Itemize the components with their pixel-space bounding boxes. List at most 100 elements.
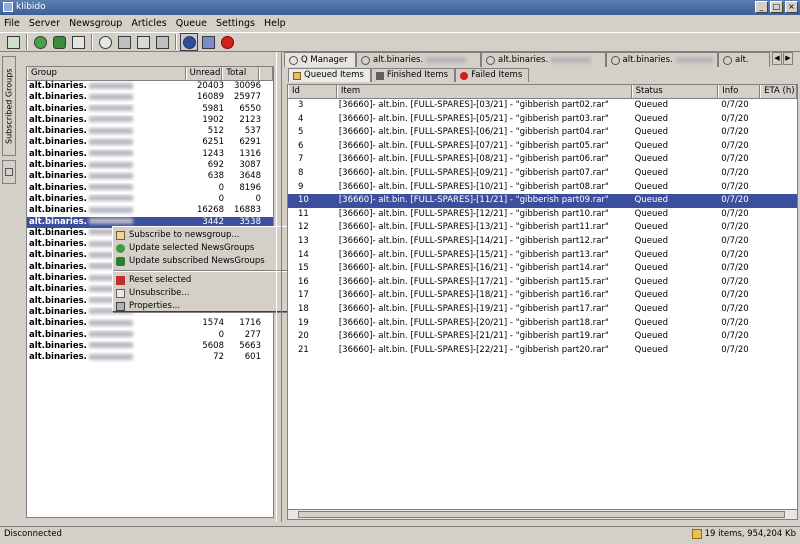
ctx-subscribe[interactable]: Subscribe to newsgroup... bbox=[113, 229, 292, 242]
update-icon bbox=[116, 244, 125, 253]
group-row[interactable]: alt.binaries. 0 8196 bbox=[27, 183, 273, 194]
queue-row[interactable]: 6 [36660]- alt.bin. [FULL-SPARES]-[07/21]… bbox=[288, 140, 797, 154]
start-queue-button[interactable] bbox=[180, 33, 198, 51]
tab-failed-items[interactable]: Failed Items bbox=[455, 68, 530, 82]
tab-scroll-left-icon[interactable]: ◀ bbox=[772, 52, 782, 65]
group-row[interactable]: alt.binaries. 72 601 bbox=[27, 352, 273, 363]
queue-row[interactable]: 5 [36660]- alt.bin. [FULL-SPARES]-[06/21]… bbox=[288, 126, 797, 140]
download-button[interactable] bbox=[31, 33, 49, 51]
group-row[interactable]: alt.binaries. 6251 6291 bbox=[27, 137, 273, 148]
menu-settings[interactable]: Settings bbox=[216, 18, 255, 29]
tab-queued-items-label: Queued Items bbox=[304, 70, 364, 80]
group-name-text: alt.binaries. bbox=[29, 148, 87, 159]
queue-row[interactable]: 12 [36660]- alt.bin. [FULL-SPARES]-[13/21… bbox=[288, 221, 797, 235]
group-row[interactable]: alt.binaries. 1574 1716 bbox=[27, 318, 273, 329]
group-row[interactable]: alt.binaries. 1243 1316 bbox=[27, 149, 273, 160]
connect-button[interactable] bbox=[4, 33, 22, 51]
group-unread: 692 bbox=[207, 160, 224, 171]
close-button[interactable]: × bbox=[785, 1, 798, 13]
column-item[interactable]: Item bbox=[336, 85, 632, 98]
queue-row[interactable]: 10 [36660]- alt.bin. [FULL-SPARES]-[11/21… bbox=[288, 194, 797, 208]
minimize-button[interactable]: _ bbox=[755, 1, 768, 13]
settings-button[interactable] bbox=[153, 33, 171, 51]
column-id[interactable]: Id bbox=[288, 85, 337, 98]
group-unread: 512 bbox=[207, 126, 224, 137]
maximize-button[interactable]: □ bbox=[770, 1, 783, 13]
queue-row[interactable]: 11 [36660]- alt.bin. [FULL-SPARES]-[12/21… bbox=[288, 208, 797, 222]
pane-splitter[interactable] bbox=[276, 52, 282, 522]
tab-queued-items[interactable]: Queued Items bbox=[288, 68, 371, 82]
group-name-text: alt.binaries. bbox=[29, 205, 87, 216]
stop-button[interactable] bbox=[218, 33, 236, 51]
group-name-text: alt.binaries. bbox=[29, 92, 87, 103]
group-row[interactable]: alt.binaries. 16268 16883 bbox=[27, 205, 273, 216]
queue-row[interactable]: 13 [36660]- alt.bin. [FULL-SPARES]-[14/21… bbox=[288, 235, 797, 249]
ctx-reset-selected[interactable]: Reset selected bbox=[113, 274, 292, 287]
column-total[interactable]: Total bbox=[222, 67, 260, 80]
queue-row[interactable]: 14 [36660]- alt.bin. [FULL-SPARES]-[15/21… bbox=[288, 249, 797, 263]
scrollbar-thumb[interactable] bbox=[298, 511, 785, 518]
horizontal-scrollbar[interactable] bbox=[288, 509, 797, 519]
tab-group-3-label: alt.binaries. bbox=[622, 55, 673, 65]
queue-row[interactable]: 9 [36660]- alt.bin. [FULL-SPARES]-[10/21]… bbox=[288, 181, 797, 195]
queue-row[interactable]: 17 [36660]- alt.bin. [FULL-SPARES]-[18/21… bbox=[288, 289, 797, 303]
queue-row[interactable]: 16 [36660]- alt.bin. [FULL-SPARES]-[17/21… bbox=[288, 276, 797, 290]
queue-item: [36660]- alt.bin. [FULL-SPARES]-[13/21] … bbox=[338, 222, 609, 233]
subscribe-icon bbox=[116, 231, 125, 240]
group-row[interactable]: alt.binaries. 0 277 bbox=[27, 330, 273, 341]
zoom-button[interactable] bbox=[96, 33, 114, 51]
column-spare bbox=[259, 67, 273, 80]
column-info[interactable]: Info bbox=[718, 85, 761, 98]
tab-group-4[interactable]: alt. bbox=[718, 52, 770, 67]
menu-file[interactable]: File bbox=[4, 18, 20, 29]
group-row[interactable]: alt.binaries. 638 3648 bbox=[27, 171, 273, 182]
redacted-text bbox=[88, 195, 133, 202]
queue-row[interactable]: 18 [36660]- alt.bin. [FULL-SPARES]-[19/21… bbox=[288, 303, 797, 317]
tab-group-2[interactable]: alt.binaries. bbox=[481, 52, 606, 67]
menu-queue[interactable]: Queue bbox=[176, 18, 207, 29]
group-row[interactable]: alt.binaries. 20403 30096 bbox=[27, 81, 273, 92]
queue-row[interactable]: 3 [36660]- alt.bin. [FULL-SPARES]-[03/21]… bbox=[288, 99, 797, 113]
tab-q-manager[interactable]: Q Manager bbox=[284, 52, 356, 67]
column-group[interactable]: Group bbox=[27, 67, 186, 80]
group-unread: 0 bbox=[218, 193, 224, 204]
column-status[interactable]: Status bbox=[631, 85, 719, 98]
column-unread[interactable]: Unread bbox=[185, 67, 223, 80]
queue-row[interactable]: 8 [36660]- alt.bin. [FULL-SPARES]-[09/21]… bbox=[288, 167, 797, 181]
menu-newsgroup[interactable]: Newsgroup bbox=[69, 18, 122, 29]
group-name-text: alt.binaries. bbox=[29, 103, 87, 114]
save-button[interactable] bbox=[115, 33, 133, 51]
groups-button[interactable] bbox=[69, 33, 87, 51]
queue-row[interactable]: 20 [36660]- alt.bin. [FULL-SPARES]-[21/21… bbox=[288, 330, 797, 344]
refresh-button[interactable] bbox=[50, 33, 68, 51]
queue-row[interactable]: 4 [36660]- alt.bin. [FULL-SPARES]-[05/21]… bbox=[288, 113, 797, 127]
ctx-properties[interactable]: Properties... bbox=[113, 300, 292, 313]
group-row[interactable]: alt.binaries. 0 0 bbox=[27, 194, 273, 205]
tab-subscribed-groups[interactable]: Subscribed Groups bbox=[2, 56, 16, 156]
menu-articles[interactable]: Articles bbox=[131, 18, 166, 29]
ctx-unsubscribe[interactable]: Unsubscribe... bbox=[113, 287, 292, 300]
group-name: alt.binaries. bbox=[27, 149, 187, 160]
group-row[interactable]: alt.binaries. 512 537 bbox=[27, 126, 273, 137]
pause-queue-button[interactable] bbox=[199, 33, 217, 51]
tab-servers[interactable] bbox=[2, 160, 16, 184]
archive-button[interactable] bbox=[134, 33, 152, 51]
group-row[interactable]: alt.binaries. 16089 25977 bbox=[27, 92, 273, 103]
ctx-update-selected[interactable]: Update selected NewsGroups bbox=[113, 242, 292, 255]
group-row[interactable]: alt.binaries. 5981 6550 bbox=[27, 104, 273, 115]
group-row[interactable]: alt.binaries. 692 3087 bbox=[27, 160, 273, 171]
tab-group-3[interactable]: alt.binaries. bbox=[606, 52, 718, 67]
queue-row[interactable]: 21 [36660]- alt.bin. [FULL-SPARES]-[22/21… bbox=[288, 344, 797, 358]
tab-finished-items[interactable]: Finished Items bbox=[370, 68, 456, 82]
menu-help[interactable]: Help bbox=[264, 18, 286, 29]
column-eta[interactable]: ETA (h) bbox=[760, 85, 797, 98]
group-row[interactable]: alt.binaries. 1902 2123 bbox=[27, 115, 273, 126]
queue-row[interactable]: 7 [36660]- alt.bin. [FULL-SPARES]-[08/21]… bbox=[288, 153, 797, 167]
tab-scroll-right-icon[interactable]: ▶ bbox=[783, 52, 793, 65]
group-row[interactable]: alt.binaries. 5608 5663 bbox=[27, 341, 273, 352]
ctx-update-subscribed[interactable]: Update subscribed NewsGroups bbox=[113, 255, 292, 268]
queue-row[interactable]: 15 [36660]- alt.bin. [FULL-SPARES]-[16/21… bbox=[288, 262, 797, 276]
menu-server[interactable]: Server bbox=[29, 18, 60, 29]
queue-row[interactable]: 19 [36660]- alt.bin. [FULL-SPARES]-[20/21… bbox=[288, 317, 797, 331]
tab-group-1[interactable]: alt.binaries. bbox=[356, 52, 481, 67]
